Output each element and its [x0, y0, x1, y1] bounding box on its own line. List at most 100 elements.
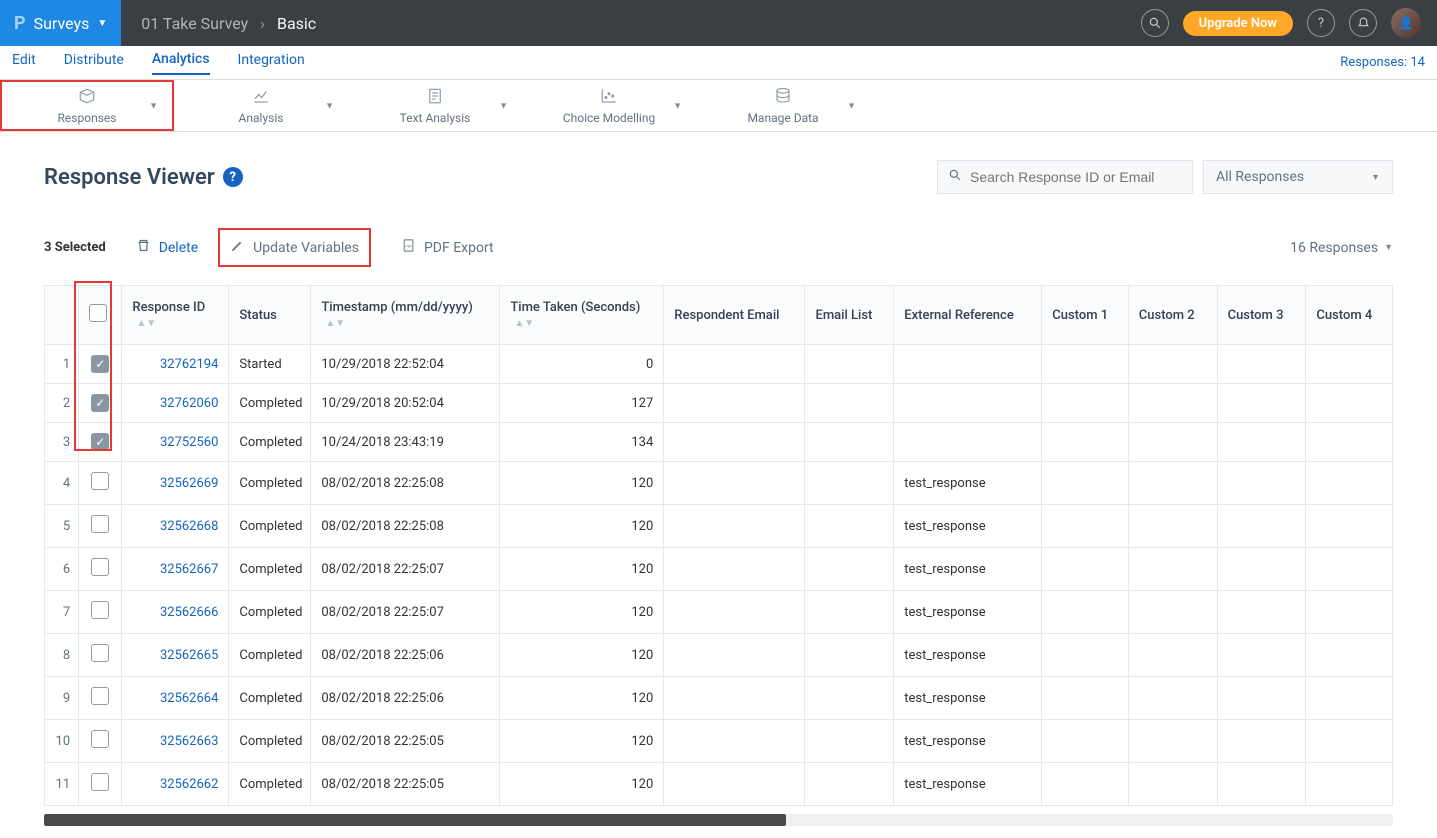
tool-analysis[interactable]: Analysis ▼	[174, 80, 348, 131]
cell-time-taken: 134	[500, 423, 664, 462]
cell-custom2	[1128, 423, 1217, 462]
row-checkbox[interactable]: ✓	[91, 433, 109, 451]
cell-timestamp: 08/02/2018 22:25:08	[311, 505, 500, 548]
horizontal-scrollbar[interactable]	[44, 814, 1393, 826]
scroll-thumb[interactable]	[44, 814, 786, 826]
row-checkbox[interactable]	[91, 730, 109, 748]
upgrade-button[interactable]: Upgrade Now	[1183, 11, 1293, 36]
tool-choice-modelling[interactable]: Choice Modelling ▼	[522, 80, 696, 131]
tool-responses[interactable]: Responses ▼	[0, 80, 174, 131]
responses-count-link[interactable]: Responses: 14	[1340, 55, 1425, 70]
response-id-link[interactable]: 32562665	[122, 634, 229, 677]
row-number: 8	[45, 634, 79, 677]
chevron-down-icon: ▼	[325, 100, 334, 111]
row-checkbox[interactable]	[91, 515, 109, 533]
responses-total-dropdown[interactable]: 16 Responses ▼	[1290, 240, 1393, 256]
cell-respondent-email	[664, 763, 805, 806]
col-respondent-email[interactable]: Respondent Email	[664, 286, 805, 345]
cell-custom3	[1217, 634, 1306, 677]
tab-edit[interactable]: Edit	[12, 52, 36, 74]
row-checkbox[interactable]: ✓	[91, 355, 109, 373]
row-checkbox-cell	[79, 505, 122, 548]
table-row: 732562666Completed08/02/2018 22:25:07120…	[45, 591, 1393, 634]
pdf-export-button[interactable]: PDF PDF Export	[401, 238, 494, 257]
table-row: 1✓32762194Started10/29/2018 22:52:040	[45, 345, 1393, 384]
response-id-link[interactable]: 32562664	[122, 677, 229, 720]
response-id-link[interactable]: 32762060	[122, 384, 229, 423]
row-checkbox[interactable]	[91, 472, 109, 490]
tool-label: Text Analysis	[400, 111, 471, 125]
chevron-right-icon: ›	[260, 14, 265, 33]
help-icon[interactable]: ?	[1307, 9, 1335, 37]
bell-icon[interactable]	[1349, 9, 1377, 37]
filter-dropdown[interactable]: All Responses ▼	[1203, 160, 1393, 194]
col-custom3[interactable]: Custom 3	[1217, 286, 1306, 345]
brand-dropdown[interactable]: P Surveys ▼	[0, 0, 121, 46]
cell-custom2	[1128, 505, 1217, 548]
col-timestamp[interactable]: Timestamp (mm/dd/yyyy)▲▼	[311, 286, 500, 345]
row-checkbox[interactable]	[91, 644, 109, 662]
breadcrumb-main[interactable]: 01 Take Survey	[141, 14, 248, 33]
col-time-taken[interactable]: Time Taken (Seconds)▲▼	[500, 286, 664, 345]
responses-table: Response ID▲▼ Status Timestamp (mm/dd/yy…	[44, 285, 1393, 806]
tool-manage-data[interactable]: Manage Data ▼	[696, 80, 870, 131]
sort-icon: ▲▼	[136, 321, 156, 326]
cell-custom2	[1128, 634, 1217, 677]
response-id-link[interactable]: 32762194	[122, 345, 229, 384]
top-app-bar: P Surveys ▼ 01 Take Survey › Basic Upgra…	[0, 0, 1437, 46]
response-id-link[interactable]: 32562662	[122, 763, 229, 806]
cell-respondent-email	[664, 591, 805, 634]
select-all-checkbox[interactable]	[89, 304, 107, 322]
cell-custom3	[1217, 423, 1306, 462]
help-icon[interactable]: ?	[223, 167, 243, 187]
col-response-id[interactable]: Response ID▲▼	[122, 286, 229, 345]
row-checkbox[interactable]	[91, 558, 109, 576]
col-custom4[interactable]: Custom 4	[1306, 286, 1393, 345]
tool-label: Choice Modelling	[563, 111, 655, 125]
tab-distribute[interactable]: Distribute	[64, 52, 124, 74]
cell-email-list	[805, 677, 894, 720]
row-checkbox[interactable]	[91, 687, 109, 705]
response-id-link[interactable]: 32752560	[122, 423, 229, 462]
tab-analytics[interactable]: Analytics	[152, 51, 210, 75]
tool-label: Manage Data	[747, 111, 818, 125]
col-external-ref[interactable]: External Reference	[894, 286, 1042, 345]
cell-custom2	[1128, 384, 1217, 423]
delete-button[interactable]: Delete	[136, 238, 198, 257]
selected-count: 3 Selected	[44, 240, 106, 255]
cell-timestamp: 08/02/2018 22:25:05	[311, 720, 500, 763]
response-id-link[interactable]: 32562668	[122, 505, 229, 548]
col-email-list[interactable]: Email List	[805, 286, 894, 345]
response-id-link[interactable]: 32562666	[122, 591, 229, 634]
row-checkbox-cell	[79, 462, 122, 505]
row-checkbox[interactable]	[91, 773, 109, 791]
cell-external-ref: test_response	[894, 634, 1042, 677]
col-status[interactable]: Status	[229, 286, 311, 345]
tool-text-analysis[interactable]: Text Analysis ▼	[348, 80, 522, 131]
chevron-down-icon: ▼	[673, 100, 682, 111]
cell-time-taken: 120	[500, 462, 664, 505]
cell-external-ref: test_response	[894, 591, 1042, 634]
col-custom2[interactable]: Custom 2	[1128, 286, 1217, 345]
search-icon[interactable]	[1141, 9, 1169, 37]
row-checkbox[interactable]	[91, 601, 109, 619]
row-checkbox[interactable]: ✓	[91, 394, 109, 412]
cell-status: Completed	[229, 634, 311, 677]
cell-custom3	[1217, 462, 1306, 505]
search-input[interactable]	[970, 169, 1182, 185]
response-id-link[interactable]: 32562663	[122, 720, 229, 763]
cell-custom4	[1306, 591, 1393, 634]
response-id-link[interactable]: 32562667	[122, 548, 229, 591]
cell-custom3	[1217, 505, 1306, 548]
cell-email-list	[805, 591, 894, 634]
update-variables-button[interactable]: Update Variables	[218, 228, 371, 267]
cell-email-list	[805, 505, 894, 548]
cell-time-taken: 120	[500, 591, 664, 634]
avatar[interactable]: 👤	[1391, 8, 1421, 38]
action-label: PDF Export	[424, 240, 494, 256]
response-id-link[interactable]: 32562669	[122, 462, 229, 505]
tab-integration[interactable]: Integration	[238, 52, 305, 74]
cell-time-taken: 120	[500, 634, 664, 677]
col-custom1[interactable]: Custom 1	[1042, 286, 1129, 345]
row-number: 5	[45, 505, 79, 548]
